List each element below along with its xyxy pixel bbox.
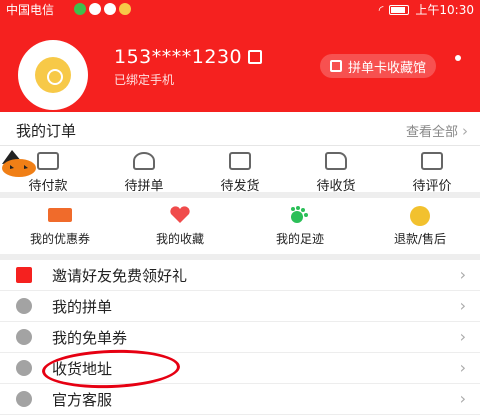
chevron-right-icon: › (459, 327, 466, 346)
service-icon (16, 391, 32, 407)
menu-label: 我的拼单 (52, 298, 113, 316)
chevron-right-icon: › (459, 265, 466, 284)
footprint-icon (291, 206, 308, 223)
menu-label: 我的免单券 (52, 329, 128, 347)
heart-icon (170, 206, 190, 223)
view-all-orders[interactable]: 查看全部 › (406, 121, 468, 140)
location-icon (16, 360, 32, 376)
orders-header[interactable]: 我的订单 查看全部 › (0, 112, 480, 146)
box-icon (229, 152, 251, 170)
bound-phone-status: 已绑定手机 (114, 73, 175, 87)
menu-list: 邀请好友免费领好礼 › 我的拼单 › 我的免单券 › 收货地址 › 官方客服 › (0, 260, 480, 418)
order-label: 待评价 (412, 179, 452, 194)
menu-customer-service[interactable]: 官方客服 › (0, 384, 480, 415)
chevron-right-icon: › (462, 122, 468, 140)
orders-title: 我的订单 (16, 122, 77, 140)
status-bar: 中国电信 ◜ 上午10:30 (0, 0, 480, 18)
app-notification-icon (74, 3, 86, 15)
view-all-label: 查看全部 (405, 125, 458, 140)
review-icon (421, 152, 443, 170)
app-notification-icon (104, 3, 116, 15)
wifi-icon: ◜ (378, 2, 384, 17)
notification-icons (74, 3, 131, 15)
menu-label: 邀请好友免费领好礼 (52, 267, 188, 285)
coupon-icon (48, 208, 72, 222)
card-collection-label: 拼单卡收藏馆 (348, 60, 427, 76)
my-coupons[interactable]: 我的优惠券 (0, 206, 120, 247)
chevron-right-icon: › (459, 389, 466, 408)
status-right: ◜ 上午10:30 (379, 1, 474, 18)
chevron-right-icon: › (459, 296, 466, 315)
service-label: 我的优惠券 (29, 232, 90, 246)
profile-header: 中国电信 ◜ 上午10:30 153****1230 已绑定手机 拼单卡收藏馆 (0, 0, 480, 112)
avatar[interactable] (18, 40, 88, 110)
service-label: 我的足迹 (275, 232, 324, 246)
menu-label: 官方客服 (52, 391, 113, 409)
notification-dot (455, 55, 461, 61)
service-label: 退款/售后 (393, 232, 447, 246)
orders-section: 我的订单 查看全部 › 待付款 待拼单 待发货 待收货 待评价 (0, 112, 480, 194)
order-pending-group[interactable]: 待拼单 (96, 152, 192, 194)
card-icon (330, 60, 342, 72)
order-label: 待收货 (316, 179, 356, 194)
refund-after-sales[interactable]: 退款/售后 (360, 206, 480, 247)
app-notification-icon (89, 3, 101, 15)
phone-text: 153****1230 (114, 46, 243, 68)
edit-icon[interactable] (248, 50, 263, 64)
order-pending-receipt[interactable]: 待收货 (288, 152, 384, 194)
avatar-icon (35, 57, 71, 93)
order-pending-shipment[interactable]: 待发货 (192, 152, 288, 194)
truck-icon (325, 152, 347, 170)
menu-invite-friends[interactable]: 邀请好友免费领好礼 › (0, 260, 480, 291)
carrier-label: 中国电信 (6, 3, 55, 17)
menu-free-coupons[interactable]: 我的免单券 › (0, 322, 480, 353)
service-label: 我的收藏 (155, 232, 204, 246)
free-coupon-icon (16, 329, 32, 345)
battery-icon (389, 4, 410, 15)
services-section: 我的优惠券 我的收藏 我的足迹 退款/售后 (0, 198, 480, 254)
menu-my-group-orders[interactable]: 我的拼单 › (0, 291, 480, 322)
order-pending-payment[interactable]: 待付款 (0, 152, 96, 194)
card-collection-button[interactable]: 拼单卡收藏馆 (320, 54, 437, 78)
group-order-icon (16, 298, 32, 314)
gift-icon (16, 267, 32, 283)
refund-icon (410, 206, 430, 226)
chevron-right-icon: › (459, 358, 466, 377)
group-icon (133, 152, 155, 170)
order-pending-review[interactable]: 待评价 (384, 152, 480, 194)
phone-number[interactable]: 153****1230 (114, 46, 263, 68)
my-footprints[interactable]: 我的足迹 (240, 206, 360, 247)
order-label: 待发货 (220, 179, 260, 194)
my-favorites[interactable]: 我的收藏 (120, 206, 240, 247)
app-notification-icon (119, 3, 131, 15)
clock: 上午10:30 (415, 3, 474, 17)
order-label: 待拼单 (124, 179, 164, 194)
wallet-icon (37, 152, 59, 170)
order-label: 待付款 (28, 179, 68, 194)
